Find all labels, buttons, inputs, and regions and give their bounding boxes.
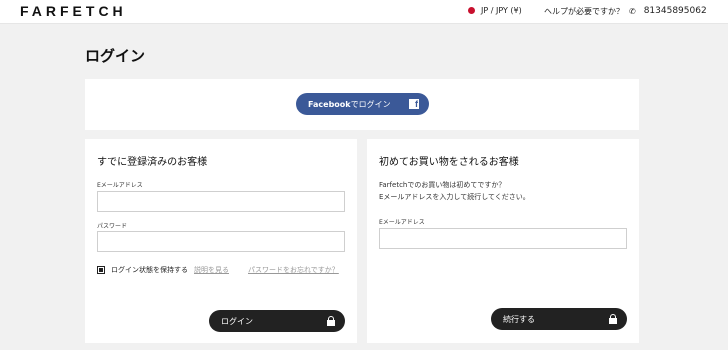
locale-label: JP / JPY (¥) <box>481 6 522 15</box>
explain-link[interactable]: 説明を見る <box>194 265 229 275</box>
new-customer-intro: Farfetchでのお買い物は初めてですか？ Eメールアドレスを入力して続行して… <box>379 179 530 203</box>
remember-me: ログイン状態を保持する 説明を見る <box>97 265 229 275</box>
login-button-label: ログイン <box>221 316 253 326</box>
new-customer-panel: 初めてお買い物をされるお客様 Farfetchでのお買い物は初めてですか？ Eメ… <box>367 139 639 343</box>
locale-selector[interactable]: JP / JPY (¥) <box>468 6 522 15</box>
phone-number: 81345895062 <box>643 6 707 16</box>
facebook-login-label: でログイン <box>350 99 391 109</box>
login-button[interactable]: ログイン <box>209 310 345 332</box>
forgot-password-link[interactable]: パスワードをお忘れですか？ <box>248 265 339 275</box>
new-email-field[interactable] <box>379 228 627 249</box>
facebook-icon: f <box>409 99 419 109</box>
phone-contact[interactable]: ✆ 81345895062 <box>629 6 707 16</box>
facebook-login-panel: Facebook でログイン f <box>85 79 639 130</box>
new-customer-title: 初めてお買い物をされるお客様 <box>379 157 519 168</box>
facebook-login-button[interactable]: Facebook でログイン f <box>296 93 429 115</box>
password-field[interactable] <box>97 231 345 252</box>
remember-label: ログイン状態を保持する <box>111 266 188 274</box>
existing-customer-title: すでに登録済みのお客様 <box>97 157 208 168</box>
email-label: Eメールアドレス <box>97 182 143 189</box>
intro-line-1: Farfetchでのお買い物は初めてですか？ <box>379 181 506 189</box>
top-bar: FARFETCH JP / JPY (¥) ヘルプが必要ですか？ ✆ 81345… <box>0 0 728 24</box>
lock-icon <box>327 316 335 326</box>
intro-line-2: Eメールアドレスを入力して続行してください。 <box>379 193 530 201</box>
remember-checkbox[interactable] <box>97 266 105 274</box>
phone-icon: ✆ <box>629 6 636 16</box>
continue-button[interactable]: 続行する <box>491 308 627 330</box>
existing-customer-panel: すでに登録済みのお客様 Eメールアドレス パスワード ログイン状態を保持する 説… <box>85 139 357 343</box>
lock-icon <box>609 314 617 324</box>
continue-button-label: 続行する <box>503 314 535 324</box>
password-label: パスワード <box>97 223 128 230</box>
page-title: ログイン <box>85 47 146 65</box>
new-email-label: Eメールアドレス <box>379 219 425 226</box>
facebook-brand-label: Facebook <box>308 99 351 109</box>
help-link[interactable]: ヘルプが必要ですか？ <box>544 6 624 17</box>
japan-flag-icon <box>468 7 475 14</box>
farfetch-logo[interactable]: FARFETCH <box>20 3 127 19</box>
email-field[interactable] <box>97 191 345 212</box>
